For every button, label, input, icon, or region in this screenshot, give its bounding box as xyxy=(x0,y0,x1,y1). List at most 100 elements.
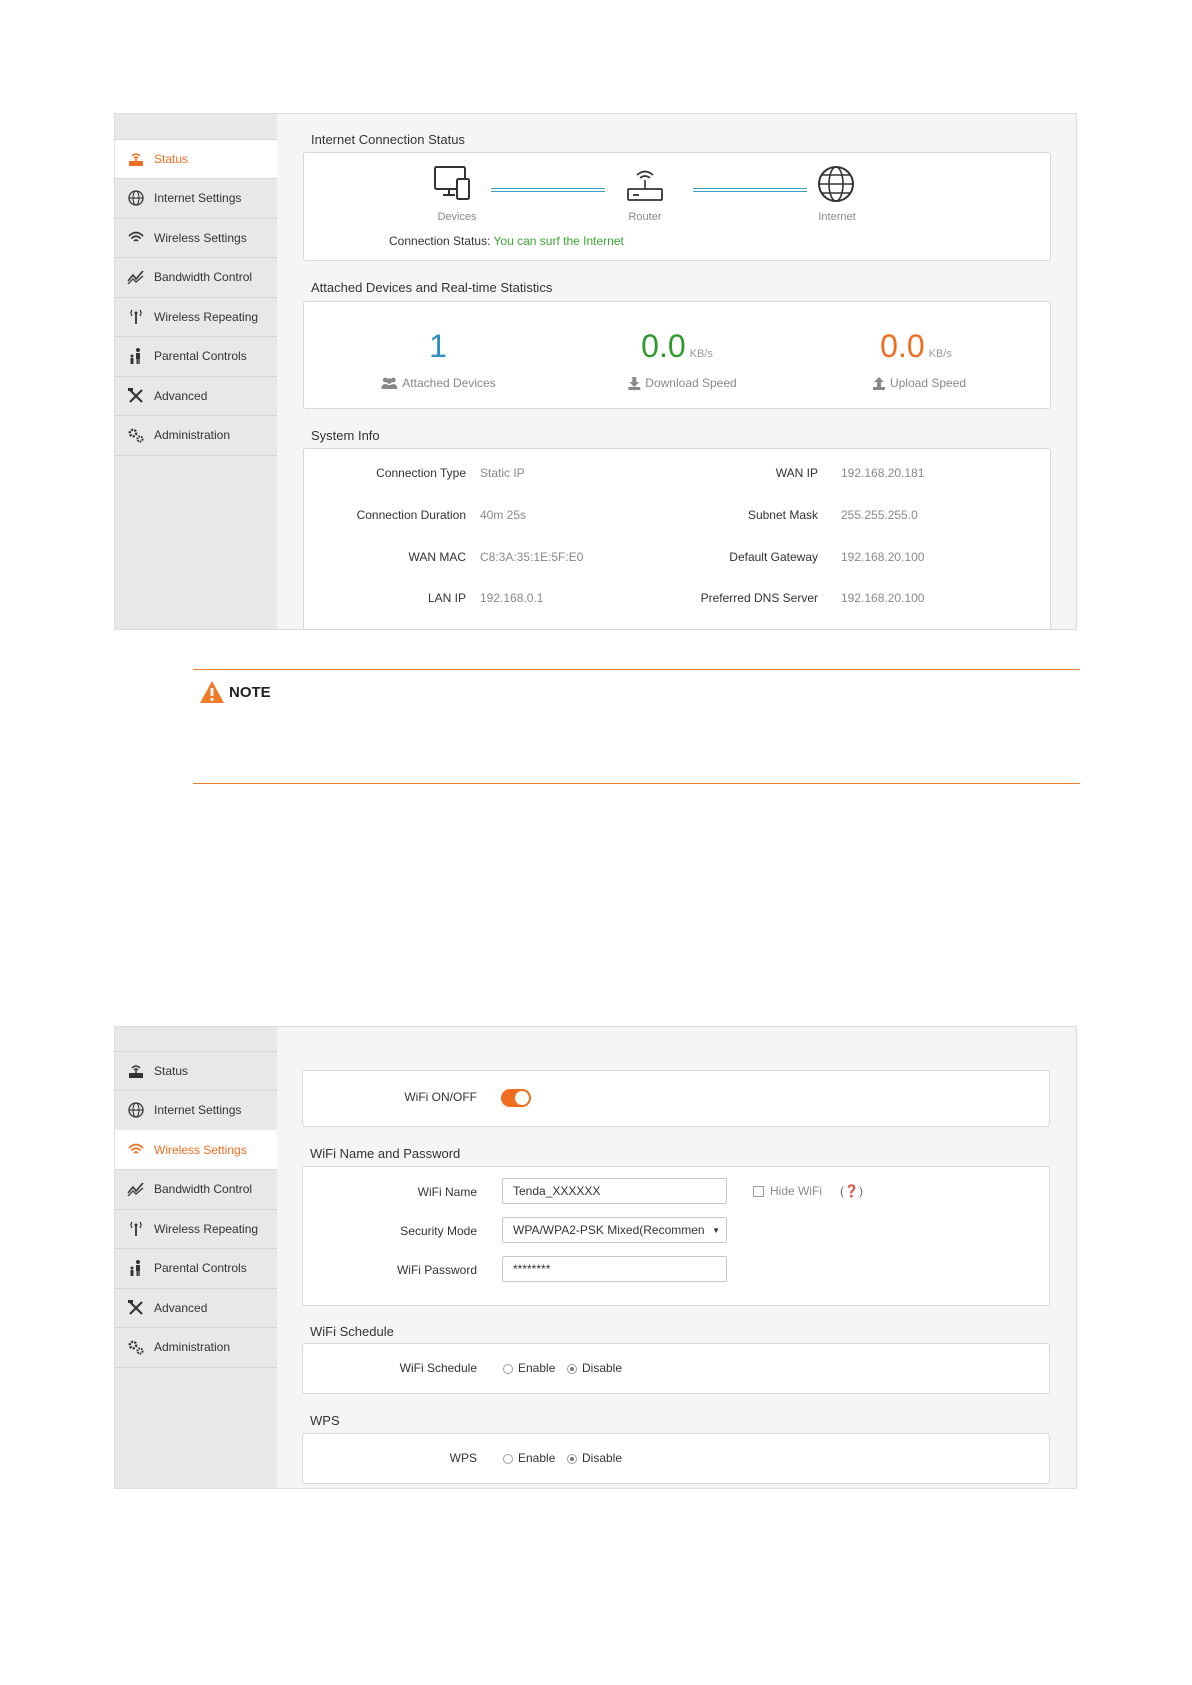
sidebar-item-label: Parental Controls xyxy=(154,349,247,363)
globe-icon xyxy=(127,189,145,207)
security-mode-value: WPA/WPA2-PSK Mixed(Recommend xyxy=(513,1223,704,1237)
system-info-title: System Info xyxy=(311,428,380,443)
default-gateway-key: Default Gateway xyxy=(729,550,818,564)
sidebar-item-administration[interactable]: Administration xyxy=(115,1328,277,1368)
wan-ip-value: 192.168.20.181 xyxy=(841,466,925,480)
note-top-rule xyxy=(193,669,1080,670)
wps-enable-radio[interactable] xyxy=(503,1454,513,1464)
sidebar-item-label: Status xyxy=(154,152,189,166)
sidebar-item-label: Administration xyxy=(154,1340,231,1354)
wifi-password-label: WiFi Password xyxy=(396,1263,477,1277)
sidebar-item-parental-controls[interactable]: Parental Controls xyxy=(115,337,277,377)
connection-duration-value: 40m 25s xyxy=(480,508,527,522)
status-content: Internet Connection Status Devices Route… xyxy=(277,114,1076,629)
wireless-screenshot: Status Internet Settings Wireless Settings… xyxy=(114,1026,1077,1489)
sidebar-item-status[interactable]: Status xyxy=(115,1051,277,1091)
schedule-enable-radio[interactable] xyxy=(503,1364,513,1374)
sidebar-item-bandwidth-control[interactable]: Bandwidth Control xyxy=(115,1170,277,1210)
warning-icon xyxy=(200,681,224,703)
schedule-disable-label: Disable xyxy=(582,1361,623,1375)
gears-icon xyxy=(127,426,145,444)
system-info-panel: Connection Type Static IP Connection Dur… xyxy=(303,448,1051,629)
sidebar-item-label: Advanced xyxy=(154,1300,208,1315)
sidebar-item-label: Wireless Settings xyxy=(154,1142,247,1157)
router-label: Router xyxy=(628,211,662,223)
sidebar-item-label: Bandwidth Control xyxy=(154,1182,253,1196)
wifi-icon xyxy=(127,229,145,247)
attached-count-stat: 1 xyxy=(429,330,447,362)
sidebar-item-administration[interactable]: Administration xyxy=(115,416,277,456)
upload-speed-label: Upload Speed xyxy=(872,376,966,390)
wps-label: WPS xyxy=(449,1451,477,1465)
security-mode-label: Security Mode xyxy=(400,1224,477,1238)
sidebar-item-status[interactable]: Status xyxy=(115,139,277,179)
tools-icon xyxy=(127,1299,145,1317)
devices-router-link xyxy=(491,188,605,192)
download-speed-stat: 0.0 KB/s xyxy=(641,330,713,362)
sidebar-item-internet-settings[interactable]: Internet Settings xyxy=(115,1091,277,1131)
schedule-enable-label: Enable xyxy=(518,1361,556,1375)
wps-panel: WPS Enable Disable xyxy=(302,1433,1050,1484)
wifi-name-input[interactable]: Tenda_XXXXXX xyxy=(502,1178,727,1204)
wifi-onoff-toggle[interactable] xyxy=(501,1089,531,1107)
wan-mac-value: C8:3A:35:1E:5F:E0 xyxy=(480,550,584,564)
wps-enable-label: Enable xyxy=(518,1451,556,1465)
wifi-password-input[interactable]: ******** xyxy=(502,1256,727,1282)
upload-icon xyxy=(872,377,885,390)
gears-icon xyxy=(127,1338,145,1356)
chevron-down-icon: ▼ xyxy=(712,1226,720,1235)
help-icon[interactable]: (❓) xyxy=(840,1184,863,1198)
security-mode-select[interactable]: WPA/WPA2-PSK Mixed(Recommend ▼ xyxy=(502,1217,727,1243)
upload-speed-stat: 0.0 KB/s xyxy=(880,330,952,362)
devices-label: Devices xyxy=(437,211,477,223)
chart-line-icon xyxy=(127,268,145,286)
tools-icon xyxy=(127,387,145,405)
stats-title: Attached Devices and Real-time Statistic… xyxy=(311,280,553,295)
globe-icon xyxy=(127,1101,145,1119)
download-icon xyxy=(628,377,641,390)
sidebar-item-internet-settings[interactable]: Internet Settings xyxy=(115,179,277,219)
stats-panel: 1 Attached Devices 0.0 KB/s Download Spee… xyxy=(303,301,1051,409)
subnet-mask-key: Subnet Mask xyxy=(747,508,818,522)
connection-status: Connection Status: You can surf the Inte… xyxy=(389,234,624,248)
schedule-title: WiFi Schedule xyxy=(310,1324,394,1339)
schedule-disable-radio[interactable] xyxy=(567,1364,577,1374)
wifi-onoff-label: WiFi ON/OFF xyxy=(404,1090,477,1104)
sidebar-item-advanced[interactable]: Advanced xyxy=(115,1288,277,1328)
sidebar-item-wireless-repeating[interactable]: Wireless Repeating xyxy=(115,1209,277,1249)
hide-wifi-checkbox[interactable] xyxy=(753,1186,764,1197)
sidebar-item-wireless-repeating[interactable]: Wireless Repeating xyxy=(115,297,277,337)
download-speed-label: Download Speed xyxy=(627,376,737,390)
sidebar-item-label: Internet Settings xyxy=(154,1103,242,1117)
parent-child-icon xyxy=(127,1259,145,1277)
wifi-name-label: WiFi Name xyxy=(417,1185,477,1199)
router-icon xyxy=(127,1062,145,1080)
sidebar-item-advanced[interactable]: Advanced xyxy=(115,376,277,416)
upload-value: 0.0 xyxy=(880,328,925,364)
sidebar-item-label: Internet Settings xyxy=(154,191,242,205)
name-password-title: WiFi Name and Password xyxy=(310,1146,461,1161)
router-internet-link xyxy=(693,188,807,192)
sidebar-item-wireless-settings[interactable]: Wireless Settings xyxy=(115,1130,277,1170)
lan-ip-key: LAN IP xyxy=(427,591,466,605)
wifi-icon xyxy=(127,1141,145,1159)
note-heading: NOTE xyxy=(199,680,271,704)
connection-type-key: Connection Type xyxy=(376,466,466,480)
sidebar-item-wireless-settings[interactable]: Wireless Settings xyxy=(115,218,277,258)
antenna-icon xyxy=(127,1220,145,1238)
router-icon xyxy=(627,170,663,201)
sidebar-item-bandwidth-control[interactable]: Bandwidth Control xyxy=(115,258,277,298)
sidebar-item-label: Wireless Repeating xyxy=(154,309,259,324)
antenna-icon xyxy=(127,308,145,326)
default-gateway-value: 192.168.20.100 xyxy=(841,550,925,564)
schedule-panel: WiFi Schedule Enable Disable xyxy=(302,1343,1050,1394)
internet-label: Internet xyxy=(818,211,856,223)
sidebar-item-parental-controls[interactable]: Parental Controls xyxy=(115,1249,277,1289)
connection-status-value: You can surf the Internet xyxy=(493,234,624,248)
download-unit: KB/s xyxy=(689,348,713,360)
internet-status-panel: Devices Router Internet Connection Statu… xyxy=(303,152,1051,261)
sidebar-item-label: Bandwidth Control xyxy=(154,270,253,284)
wireless-content: WiFi ON/OFF WiFi Name and Password WiFi … xyxy=(277,1027,1076,1488)
wps-disable-radio[interactable] xyxy=(567,1454,577,1464)
devices-icon xyxy=(434,166,470,200)
